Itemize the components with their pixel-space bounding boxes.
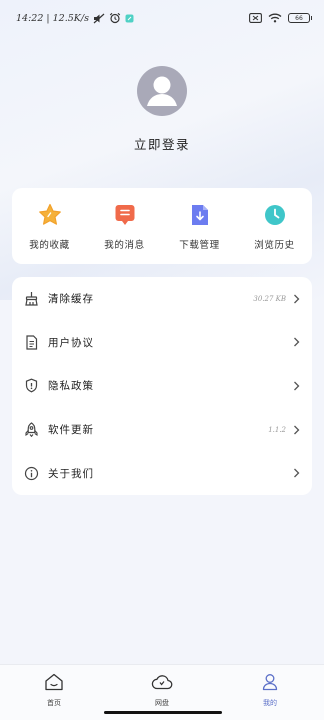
status-bar: 14:22 | 12.5K/s 66 (0, 0, 324, 36)
quick-item-favorites[interactable]: 我的收藏 (12, 188, 87, 264)
tab-label-cloud: 网盘 (155, 699, 169, 707)
chevron-right-icon (292, 294, 300, 304)
quick-item-downloads[interactable]: 下载管理 (162, 188, 237, 264)
rocket-icon (23, 422, 39, 438)
info-icon (23, 465, 39, 481)
quick-label-messages: 我的消息 (104, 239, 145, 251)
broom-icon (23, 291, 39, 307)
menu-label-clear-cache: 清除缓存 (48, 293, 94, 306)
sim-icon (249, 13, 262, 23)
quick-item-messages[interactable]: 我的消息 (87, 188, 162, 264)
version-value: 1.1.2 (268, 425, 286, 434)
chevron-right-icon (292, 425, 300, 435)
status-left: 14:22 | 12.5K/s (16, 12, 134, 24)
avatar[interactable] (137, 66, 187, 116)
home-indicator[interactable] (104, 711, 222, 714)
login-button[interactable]: 立即登录 (134, 134, 190, 153)
download-icon (187, 202, 213, 228)
clock-icon (262, 202, 288, 228)
menu-item-clear-cache[interactable]: 清除缓存 30.27 KB (12, 277, 312, 321)
quick-item-history[interactable]: 浏览历史 (237, 188, 312, 264)
person-silhouette-icon (147, 76, 177, 106)
alarm-icon (109, 12, 121, 24)
shield-icon (23, 378, 39, 394)
status-time-speed: 14:22 | 12.5K/s (16, 12, 89, 24)
profile-section: 立即登录 (0, 66, 324, 153)
person-icon (261, 673, 279, 695)
battery-icon: 66 (288, 13, 312, 23)
chevron-right-icon (292, 381, 300, 391)
menu-label-software-update: 软件更新 (48, 424, 94, 437)
menu-label-about-us: 关于我们 (48, 467, 94, 480)
home-icon (44, 673, 64, 695)
mute-icon (93, 13, 105, 24)
cloud-icon (151, 673, 173, 695)
star-icon (37, 202, 63, 228)
menu-item-about-us[interactable]: 关于我们 (12, 451, 312, 495)
quick-label-history: 浏览历史 (254, 239, 295, 251)
document-icon (23, 334, 39, 350)
wifi-icon (268, 13, 282, 23)
menu-label-user-agreement: 用户协议 (48, 336, 94, 349)
tab-label-mine: 我的 (263, 699, 277, 707)
status-right: 66 (249, 13, 312, 23)
settings-menu-card: 清除缓存 30.27 KB 用户协议 隐私政策 软件更新 1.1.2 关于我们 (12, 277, 312, 495)
chevron-right-icon (292, 337, 300, 347)
battery-level: 66 (295, 14, 303, 22)
message-icon (112, 202, 138, 228)
chevron-right-icon (292, 468, 300, 478)
menu-item-privacy-policy[interactable]: 隐私政策 (12, 364, 312, 408)
menu-item-user-agreement[interactable]: 用户协议 (12, 321, 312, 365)
quick-actions-card: 我的收藏 我的消息 下载管理 浏览历史 (12, 188, 312, 264)
cache-size-value: 30.27 KB (253, 294, 286, 303)
tab-label-home: 首页 (47, 699, 61, 707)
tab-mine[interactable]: 我的 (216, 665, 324, 720)
quick-label-downloads: 下载管理 (179, 239, 220, 251)
app-notification-icon (125, 14, 134, 23)
menu-label-privacy-policy: 隐私政策 (48, 380, 94, 393)
tab-home[interactable]: 首页 (0, 665, 108, 720)
quick-label-favorites: 我的收藏 (29, 239, 70, 251)
menu-item-software-update[interactable]: 软件更新 1.1.2 (12, 408, 312, 452)
